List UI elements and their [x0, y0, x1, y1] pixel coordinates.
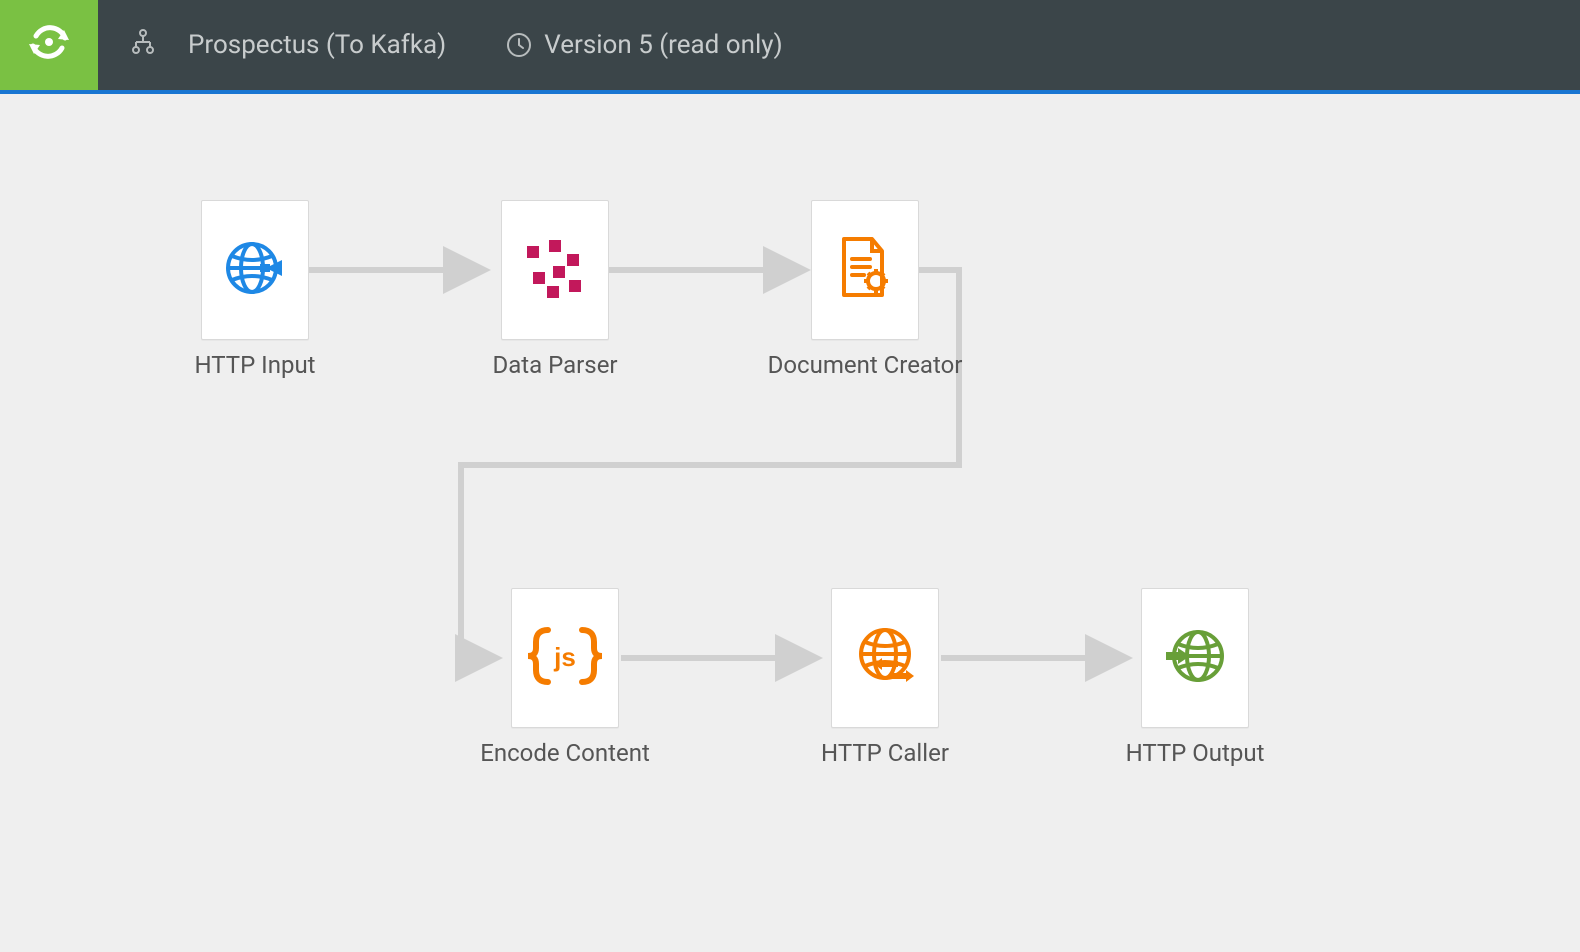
app-logo[interactable] [0, 0, 98, 90]
flow-title: Prospectus (To Kafka) [188, 30, 446, 60]
header-bar: Prospectus (To Kafka) Version 5 (read on… [0, 0, 1580, 90]
svg-text:js: js [553, 642, 576, 672]
app-root: Prospectus (To Kafka) Version 5 (read on… [0, 0, 1580, 952]
refresh-icon [25, 18, 73, 73]
document-gear-icon [830, 233, 900, 307]
node-label: HTTP Input [194, 351, 315, 379]
node-document-creator[interactable]: Document Creator [811, 200, 919, 340]
version-indicator[interactable]: Version 5 (read only) [506, 30, 782, 60]
node-label: Data Parser [492, 351, 617, 379]
parser-icon [523, 236, 587, 304]
version-label: Version 5 (read only) [544, 30, 782, 60]
clock-icon [506, 32, 532, 58]
node-label: HTTP Caller [821, 739, 949, 767]
node-http-output[interactable]: HTTP Output [1141, 588, 1249, 728]
hierarchy-button[interactable] [98, 0, 188, 90]
node-label: Document Creator [768, 351, 963, 379]
hierarchy-icon [128, 27, 158, 64]
node-label: HTTP Output [1126, 739, 1265, 767]
node-label: Encode Content [480, 739, 650, 767]
globe-arrows-icon [850, 621, 920, 695]
globe-arrow-icon [220, 233, 290, 307]
flow-canvas[interactable]: HTTP Input Data Parser [10, 104, 1570, 942]
canvas-wrap: HTTP Input Data Parser [0, 90, 1580, 952]
node-encode-content[interactable]: js Encode Content [511, 588, 619, 728]
node-http-caller[interactable]: HTTP Caller [831, 588, 939, 728]
js-braces-icon: js [526, 624, 604, 692]
node-http-input[interactable]: HTTP Input [201, 200, 309, 340]
node-data-parser[interactable]: Data Parser [501, 200, 609, 340]
globe-arrow-green-icon [1160, 621, 1230, 695]
